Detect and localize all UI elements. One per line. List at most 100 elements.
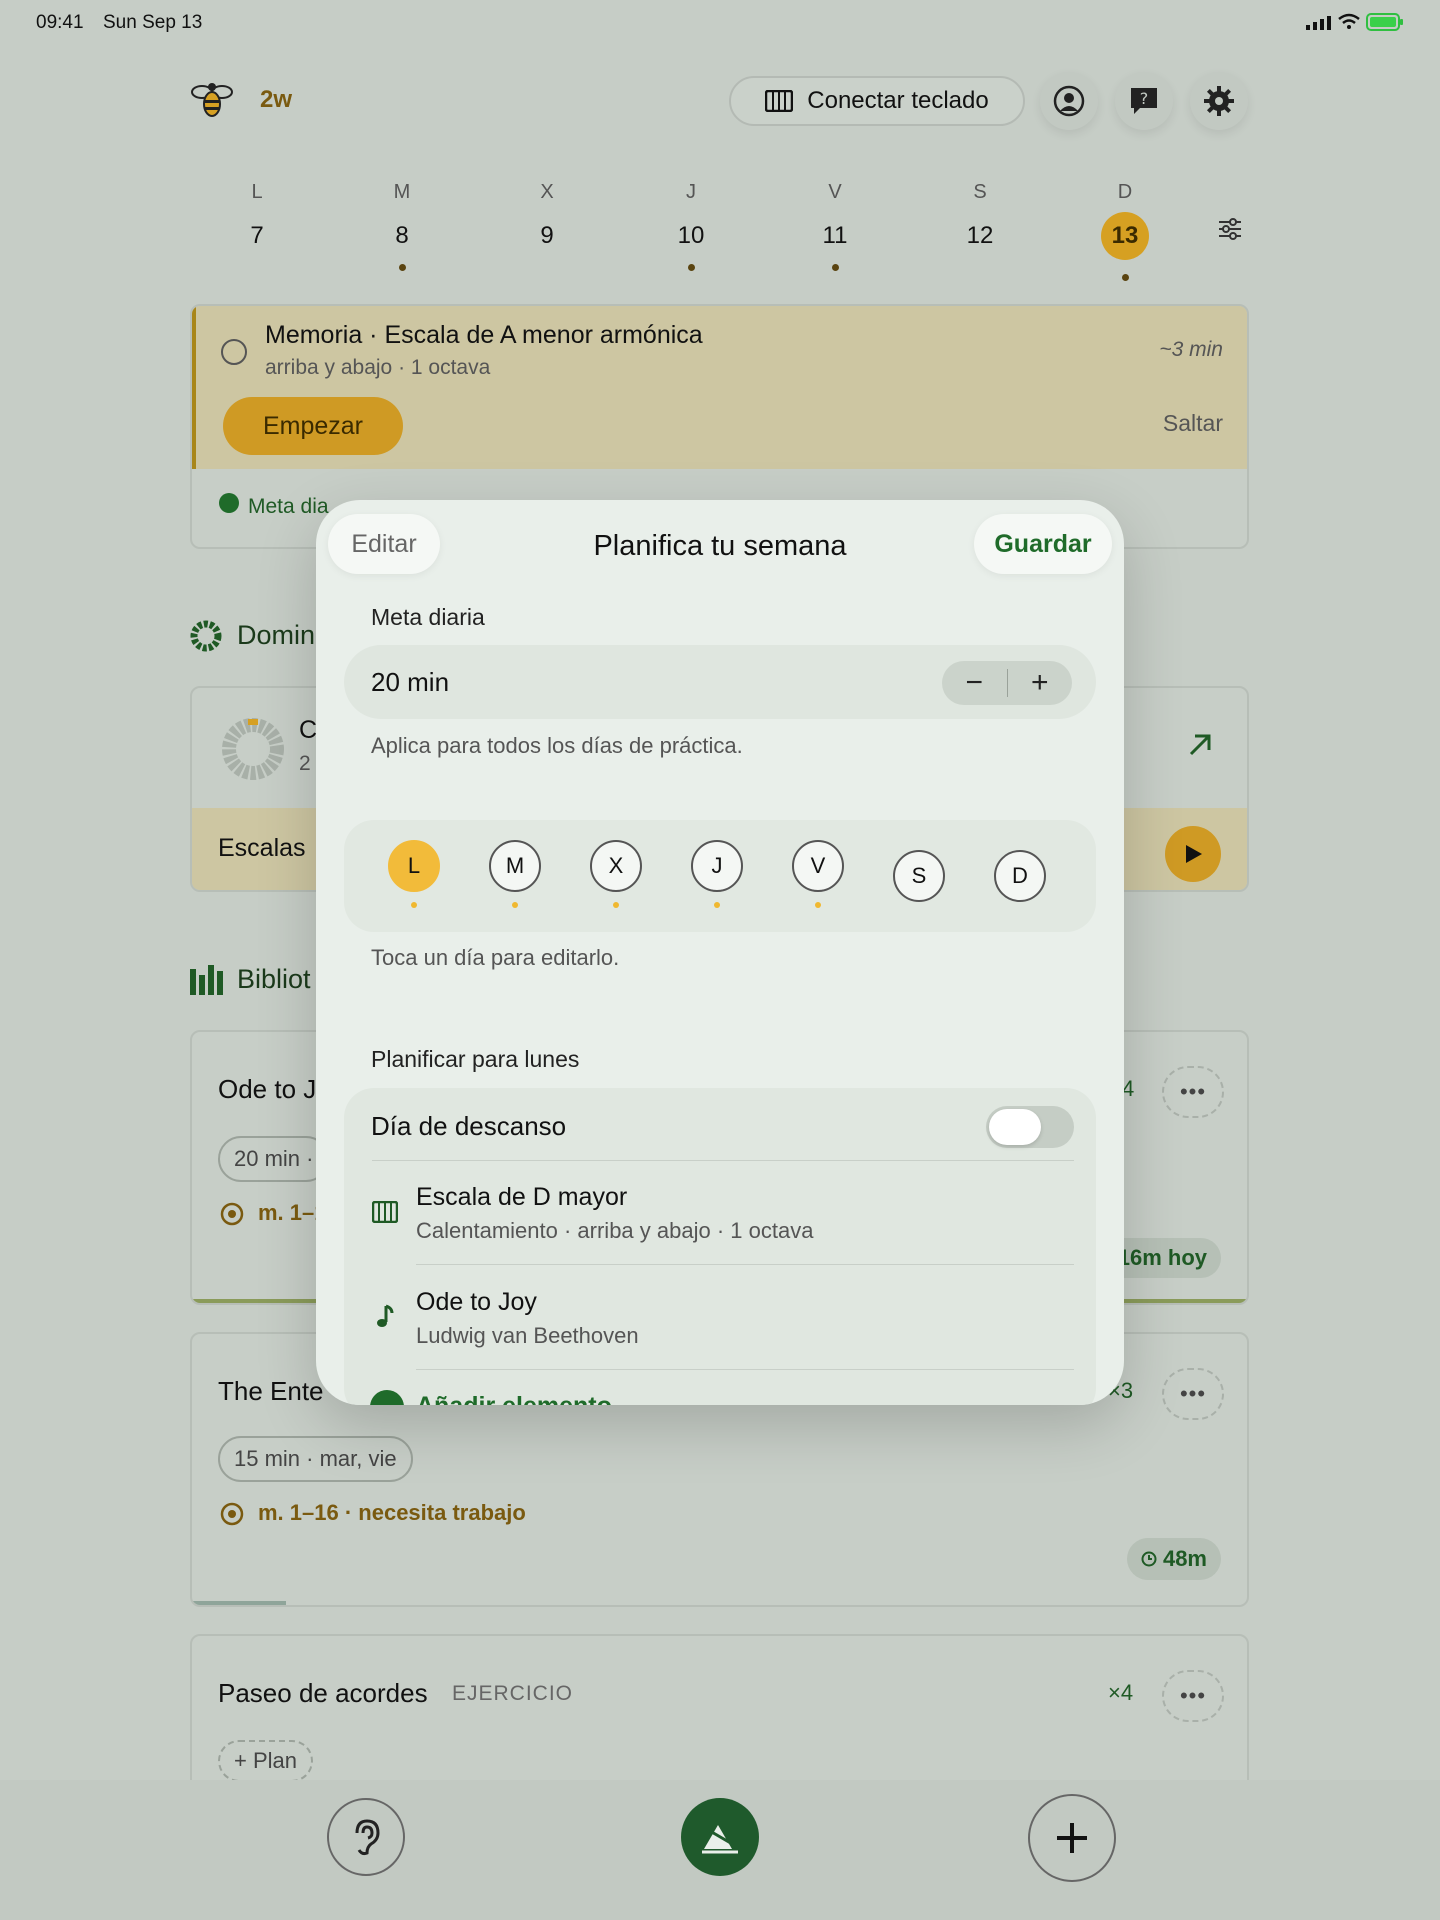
task-duration: ~3 min: [1159, 338, 1223, 361]
metronome-button[interactable]: [681, 1798, 759, 1876]
progress-text: m. 1–16 · necesita trabajo: [258, 1500, 526, 1525]
metronome-icon: [702, 1825, 738, 1854]
plan-item-subtitle: Calentamiento · arriba y abajo · 1 octav…: [416, 1218, 814, 1243]
user-icon: [1053, 85, 1085, 117]
week-day-letter: S: [973, 181, 987, 203]
help-button[interactable]: ?: [1115, 72, 1173, 130]
planned-dot: [512, 902, 518, 908]
daily-goal-value: 20 min: [371, 667, 450, 697]
plan-tag[interactable]: 15 min · mar, vie: [218, 1436, 413, 1482]
week-day-letter: J: [686, 181, 696, 203]
plan-day-d[interactable]: D: [994, 850, 1046, 902]
target-icon: [220, 1202, 244, 1226]
profile-button[interactable]: [1040, 72, 1098, 130]
battery-icon: [1366, 13, 1403, 31]
time-badge: 48m: [1126, 1538, 1221, 1580]
plan-day-j[interactable]: J: [691, 840, 743, 892]
daily-goal-stepper: − +: [942, 661, 1072, 705]
week-day-number: 13: [1101, 212, 1149, 260]
rest-day-toggle[interactable]: [986, 1106, 1074, 1148]
progress-ring-icon: [190, 620, 222, 652]
plan-day-m[interactable]: M: [489, 840, 541, 892]
skip-button[interactable]: Saltar: [1163, 410, 1223, 437]
add-item-button[interactable]: Añadir elemento: [416, 1392, 612, 1405]
week-day-number: 11: [822, 222, 848, 249]
wifi-icon: [1338, 13, 1360, 29]
week-day-d-13[interactable]: D 13: [1095, 181, 1155, 281]
task-highlight: Memoria · Escala de A menor armónica arr…: [192, 306, 1247, 469]
plan-day-label: Planificar para lunes: [371, 1046, 580, 1072]
connect-keyboard-label: Conectar teclado: [807, 87, 989, 114]
task-checkbox[interactable]: [221, 339, 247, 365]
plan-day-l[interactable]: L: [388, 840, 440, 892]
week-day-v-11[interactable]: V 11: [805, 181, 865, 271]
planned-dot: [613, 902, 619, 908]
week-day-x-9[interactable]: X9: [517, 181, 577, 250]
bee-logo-icon: [191, 83, 233, 117]
library-icon: [190, 965, 223, 995]
plan-day-v[interactable]: V: [792, 840, 844, 892]
play-icon: [1186, 845, 1202, 863]
keyboard-icon: [765, 90, 794, 112]
decrease-button[interactable]: −: [942, 666, 1008, 699]
activity-dot: [1121, 274, 1129, 281]
section-domin-title[interactable]: Domin: [237, 620, 315, 651]
bottom-toolbar: [0, 1780, 1440, 1920]
status-bar: 09:41 Sun Sep 13: [0, 0, 1440, 46]
week-day-s-12[interactable]: S 12: [950, 181, 1010, 250]
daily-goal-label: Meta diaria: [371, 604, 485, 630]
increase-button[interactable]: +: [1008, 661, 1073, 705]
more-options-button[interactable]: •••: [1162, 1368, 1224, 1420]
settings-button[interactable]: [1190, 72, 1248, 130]
week-day-l-7[interactable]: L7: [227, 181, 287, 250]
plan-item-title[interactable]: Escala de D mayor: [416, 1183, 627, 1212]
library-item-count: ×4: [1108, 1680, 1134, 1705]
week-day-number: 9: [540, 222, 554, 249]
music-note-icon: [377, 1304, 394, 1327]
status-time: 09:41: [36, 12, 84, 33]
practice-progress-bar: [192, 1601, 286, 1605]
activity-dot: [687, 264, 695, 271]
task-title: Memoria · Escala de A menor armónica: [265, 321, 703, 349]
plan-item-subtitle: Ludwig van Beethoven: [416, 1323, 639, 1348]
svg-text:?: ?: [1140, 89, 1149, 108]
week-day-letter: D: [1117, 181, 1133, 203]
plan-day-x[interactable]: X: [590, 840, 642, 892]
clock-icon: [1141, 1551, 1157, 1567]
start-button[interactable]: Empezar: [223, 397, 403, 455]
add-button[interactable]: [1028, 1794, 1116, 1882]
plan-item-title[interactable]: Ode to Joy: [416, 1288, 537, 1317]
section-library-title[interactable]: Bibliot: [237, 964, 311, 995]
mastery-strip-label: Escalas: [218, 834, 306, 862]
time-badge-label: 48m: [1162, 1546, 1207, 1571]
rest-day-label: Día de descanso: [371, 1111, 567, 1141]
signal-icon: [1306, 16, 1331, 30]
ear-training-button[interactable]: [327, 1798, 405, 1876]
plan-day-s[interactable]: S: [893, 850, 945, 902]
planned-dot: [411, 902, 417, 908]
brand-label: 2w: [260, 86, 293, 113]
activity-dot: [398, 264, 406, 271]
keyboard-icon: [372, 1201, 398, 1223]
filter-settings-icon[interactable]: [1218, 218, 1242, 240]
plan-tag[interactable]: 20 min ·: [218, 1136, 330, 1182]
ear-icon: [355, 1819, 380, 1856]
save-button[interactable]: Guardar: [974, 514, 1112, 574]
add-plan-button[interactable]: + Plan: [218, 1740, 313, 1782]
daily-goal-row: 20 min − +: [344, 645, 1096, 719]
week-day-number: 7: [250, 222, 264, 249]
more-options-button[interactable]: •••: [1162, 1670, 1224, 1722]
play-button[interactable]: [1165, 826, 1221, 882]
plus-icon: [1057, 1823, 1087, 1853]
library-item-title: Ode to J: [218, 1074, 317, 1104]
add-item-icon[interactable]: [370, 1390, 404, 1405]
week-day-letter: M: [393, 181, 411, 203]
week-day-m-8[interactable]: M8: [372, 181, 432, 271]
connect-keyboard-button[interactable]: Conectar teclado: [729, 76, 1025, 126]
task-subtitle: arriba y abajo · 1 octava: [265, 356, 491, 379]
library-item-title: The Ente: [218, 1376, 324, 1406]
target-icon: [220, 1502, 244, 1526]
week-day-j-10[interactable]: J 10: [661, 181, 721, 271]
help-icon: ?: [1131, 88, 1157, 114]
more-options-button[interactable]: •••: [1162, 1066, 1224, 1118]
